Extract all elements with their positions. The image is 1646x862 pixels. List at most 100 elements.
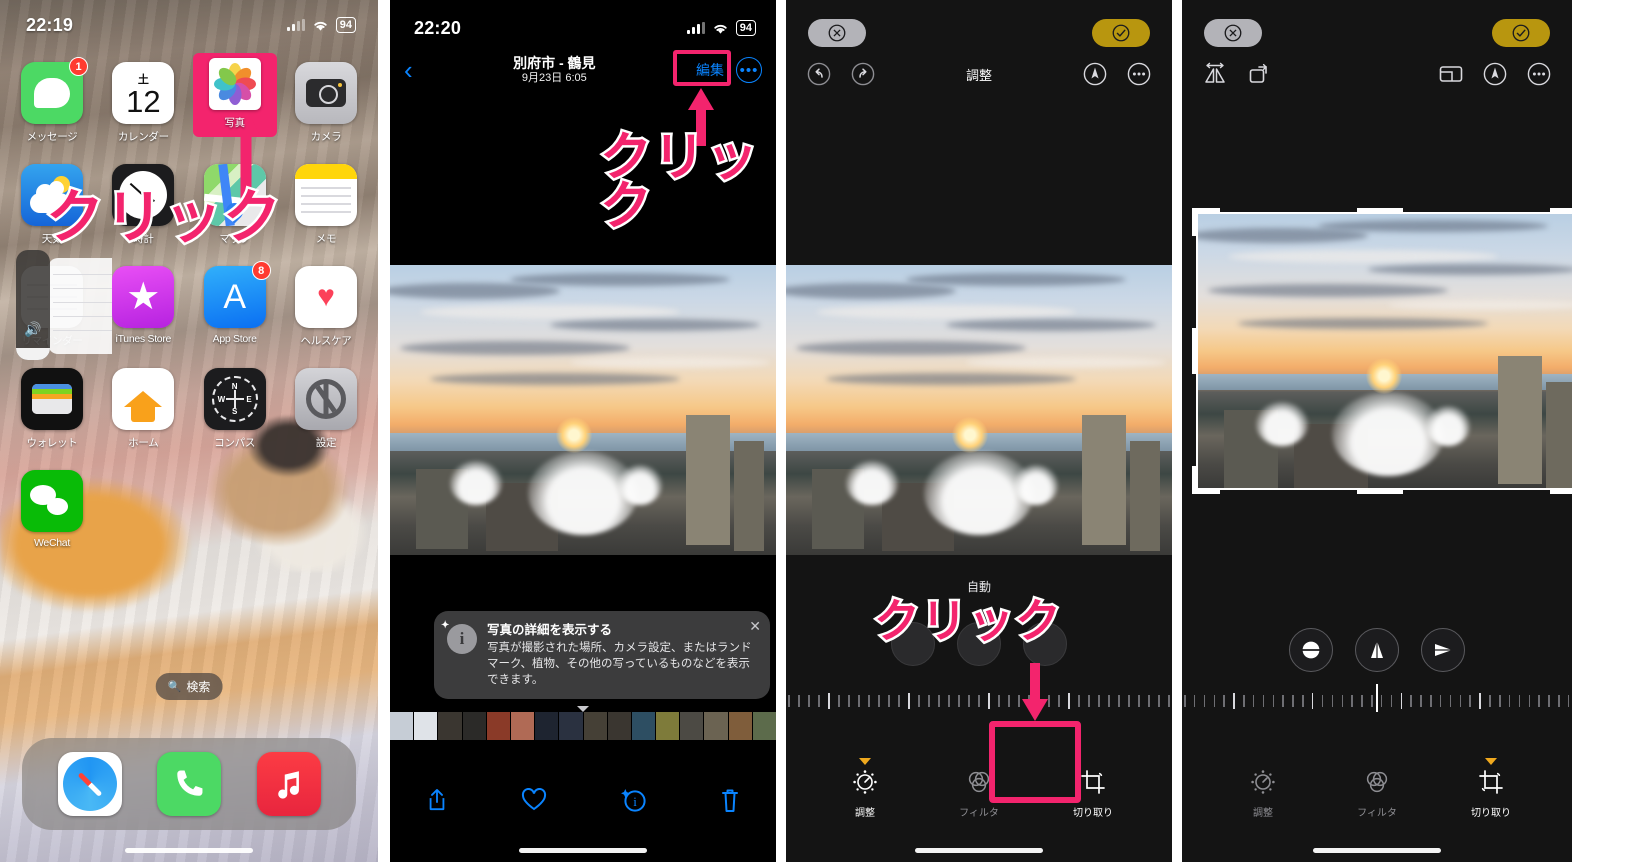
vertical-perspective-icon[interactable]	[1355, 628, 1399, 672]
cancel-button[interactable]	[808, 19, 866, 47]
search-icon: 🔍	[167, 681, 182, 693]
ellipsis-circle-icon[interactable]	[1126, 61, 1152, 87]
panel-home-screen: 22:19 94 1 メッセージ 土 12 カレンダー 写真 カメラ 天気 時計…	[0, 0, 378, 862]
app-label: カメラ	[310, 131, 342, 143]
app-notes[interactable]: メモ	[286, 164, 366, 246]
adjust-dial-icon	[852, 769, 878, 799]
status-time: 22:20	[414, 17, 462, 38]
badge-count: 8	[251, 261, 271, 280]
undo-icon[interactable]	[806, 61, 832, 87]
music-icon[interactable]	[256, 752, 321, 816]
edit-mode-tabs: 調整 フィルタ 切り取り	[1182, 758, 1572, 824]
crop-handle-tl-v[interactable]	[1192, 208, 1198, 236]
app-label: iTunes Store	[115, 333, 172, 345]
photo-image[interactable]	[390, 265, 776, 555]
tab-label: 切り取り	[1471, 808, 1511, 819]
app-camera[interactable]: カメラ	[286, 62, 366, 144]
crop-frame[interactable]	[1196, 212, 1572, 490]
crop-handle-tr[interactable]	[1550, 208, 1572, 214]
done-button[interactable]	[1492, 19, 1550, 47]
app-label: WeChat	[34, 537, 70, 549]
panel-photo-edit-crop: 調整 フィルタ 切り取り	[1182, 0, 1572, 862]
trash-icon[interactable]	[720, 788, 740, 817]
tab-crop[interactable]: 切り取り	[1462, 758, 1520, 819]
settings-icon	[294, 368, 357, 430]
tab-label: フィルタ	[959, 808, 999, 819]
app-home[interactable]: ホーム	[103, 368, 183, 450]
tab-filter[interactable]: フィルタ	[1348, 769, 1406, 819]
compass-icon: N E S W	[203, 368, 266, 430]
info-sparkle-icon[interactable]: i	[619, 787, 647, 817]
app-calendar[interactable]: 土 12 カレンダー	[103, 62, 183, 144]
crop-button-highlight	[989, 721, 1081, 803]
compass-w: W	[217, 394, 226, 404]
crop-handle-left-mid[interactable]	[1192, 328, 1198, 374]
itunes-store-icon: ★	[112, 266, 175, 328]
phone-icon[interactable]	[157, 752, 221, 816]
close-icon[interactable]: ✕	[749, 619, 761, 633]
crop-icon	[1080, 769, 1106, 799]
tab-label: フィルタ	[1357, 808, 1397, 819]
markup-pen-icon[interactable]	[1482, 61, 1508, 87]
markup-pen-icon[interactable]	[1082, 61, 1108, 87]
rotate-icon[interactable]	[1246, 61, 1272, 87]
home-icon	[112, 368, 175, 430]
status-indicators: 94	[286, 17, 356, 33]
app-wallet[interactable]: ウォレット	[12, 368, 92, 450]
safari-icon[interactable]	[57, 752, 122, 816]
ellipsis-circle-icon[interactable]: •••	[736, 57, 762, 83]
crop-handle-bl-v[interactable]	[1192, 466, 1198, 494]
app-label: 設定	[315, 437, 337, 449]
crop-knob-row	[1182, 628, 1572, 672]
camera-icon	[294, 62, 357, 124]
edit-top-bar	[1182, 0, 1572, 52]
calendar-icon: 土 12	[112, 62, 175, 124]
app-itunes-store[interactable]: ★ iTunes Store	[103, 266, 183, 348]
screenshot-board: 22:19 94 1 メッセージ 土 12 カレンダー 写真 カメラ 天気 時計…	[0, 0, 1646, 862]
straighten-icon[interactable]	[1289, 628, 1333, 672]
horizontal-perspective-icon[interactable]	[1421, 628, 1465, 672]
share-icon[interactable]	[426, 787, 448, 817]
crop-handle-bottom-mid[interactable]	[1357, 488, 1403, 494]
calendar-day: 12	[126, 83, 161, 119]
wechat-icon	[21, 470, 83, 532]
annotation-arrow-crop	[1022, 663, 1048, 721]
wallet-icon	[21, 368, 83, 430]
badge-count: 1	[69, 57, 88, 76]
app-settings[interactable]: 設定	[286, 368, 366, 450]
app-messages[interactable]: 1 メッセージ	[12, 57, 92, 144]
angle-ruler[interactable]	[1182, 684, 1572, 712]
app-health[interactable]: ♥ ヘルスケア	[286, 266, 366, 348]
status-bar: 22:20 94	[390, 0, 776, 46]
crop-handle-top-mid[interactable]	[1357, 208, 1403, 214]
panel-gap-right	[1572, 0, 1646, 862]
app-label: App Store	[212, 333, 257, 345]
chevron-left-icon[interactable]: ‹	[404, 57, 413, 83]
crop-handle-br[interactable]	[1550, 488, 1572, 494]
app-app-store[interactable]: A 8 App Store	[195, 261, 275, 348]
wifi-icon	[714, 24, 727, 34]
redo-icon[interactable]	[850, 61, 876, 87]
page-title: 別府市 - 鶴見	[513, 55, 596, 71]
photo-preview[interactable]	[786, 265, 1172, 555]
volume-sheet	[48, 258, 112, 354]
aspect-ratio-icon[interactable]	[1438, 61, 1464, 87]
ruler-center-marker	[1376, 684, 1378, 712]
cancel-button[interactable]	[1204, 19, 1262, 47]
photo-toolbar: i	[390, 776, 776, 828]
panel-gap	[378, 0, 390, 862]
ellipsis-circle-icon[interactable]	[1526, 61, 1552, 87]
done-button[interactable]	[1092, 19, 1150, 47]
tab-adjust[interactable]: 調整	[836, 758, 894, 819]
annotation-click-label: クリック	[872, 594, 1064, 648]
volume-hud[interactable]: 🔊	[16, 250, 50, 360]
tab-adjust[interactable]: 調整	[1234, 769, 1292, 819]
value-ruler[interactable]	[786, 690, 1172, 712]
search-pill[interactable]: 🔍 検索	[155, 673, 223, 700]
filmstrip[interactable]	[390, 712, 776, 740]
heart-icon[interactable]	[521, 787, 547, 816]
home-indicator	[519, 848, 647, 853]
app-wechat[interactable]: WeChat	[12, 470, 92, 549]
flip-horizontal-icon[interactable]	[1202, 61, 1228, 87]
app-compass[interactable]: N E S W コンパス	[195, 368, 275, 450]
